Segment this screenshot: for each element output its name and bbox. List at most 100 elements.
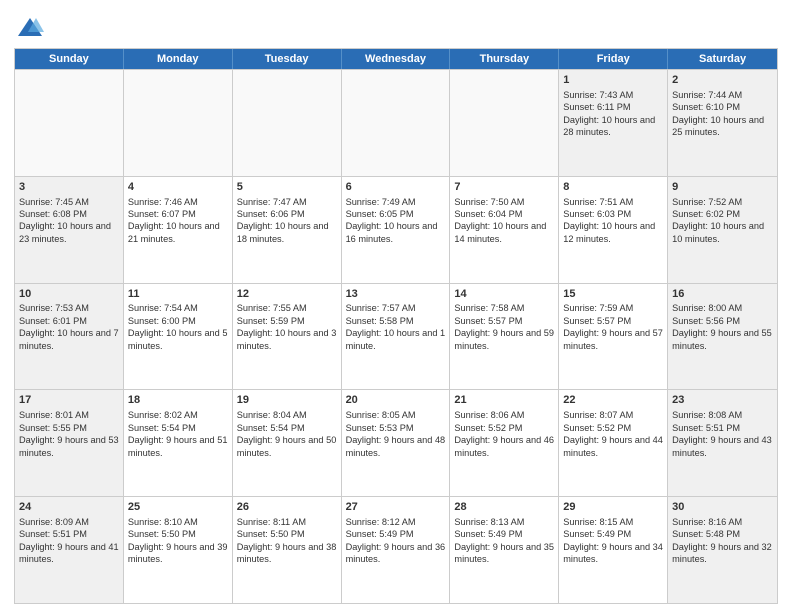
calendar-cell: 13Sunrise: 7:57 AMSunset: 5:58 PMDayligh… [342, 284, 451, 390]
day-info: Sunrise: 8:13 AMSunset: 5:49 PMDaylight:… [454, 517, 554, 564]
day-info: Sunrise: 7:53 AMSunset: 6:01 PMDaylight:… [19, 303, 119, 350]
day-info: Sunrise: 8:06 AMSunset: 5:52 PMDaylight:… [454, 410, 554, 457]
logo [14, 14, 44, 42]
calendar-cell: 23 Sunrise: 8:08 AMSunset: 5:51 PMDayligh… [668, 390, 777, 496]
day-header-saturday: Saturday [668, 49, 777, 69]
day-info: Sunrise: 7:57 AMSunset: 5:58 PMDaylight:… [346, 303, 446, 350]
calendar-cell [233, 70, 342, 176]
day-info: Sunrise: 7:49 AMSunset: 6:05 PMDaylight:… [346, 197, 438, 244]
calendar-cell: 2 Sunrise: 7:44 AMSunset: 6:10 PMDaylight… [668, 70, 777, 176]
calendar-cell: 12Sunrise: 7:55 AMSunset: 5:59 PMDayligh… [233, 284, 342, 390]
calendar-body: 1Sunrise: 7:43 AMSunset: 6:11 PMDaylight… [15, 69, 777, 603]
calendar-cell: 3 Sunrise: 7:45 AMSunset: 6:08 PMDaylight… [15, 177, 124, 283]
calendar-cell: 27 Sunrise: 8:12 AMSunset: 5:49 PMDayligh… [342, 497, 451, 603]
calendar-cell: 14Sunrise: 7:58 AMSunset: 5:57 PMDayligh… [450, 284, 559, 390]
day-header-sunday: Sunday [15, 49, 124, 69]
header [14, 10, 778, 42]
calendar-cell: 20Sunrise: 8:05 AMSunset: 5:53 PMDayligh… [342, 390, 451, 496]
day-number: 14 [454, 287, 554, 302]
day-number: 12 [237, 287, 337, 302]
calendar-cell: 15Sunrise: 7:59 AMSunset: 5:57 PMDayligh… [559, 284, 668, 390]
calendar-cell [342, 70, 451, 176]
day-number: 2 [672, 73, 773, 88]
calendar-row-1: 1Sunrise: 7:43 AMSunset: 6:11 PMDaylight… [15, 69, 777, 176]
calendar-cell: 26 Sunrise: 8:11 AMSunset: 5:50 PMDayligh… [233, 497, 342, 603]
day-number: 19 [237, 393, 337, 408]
calendar-cell: 1Sunrise: 7:43 AMSunset: 6:11 PMDaylight… [559, 70, 668, 176]
calendar-cell [124, 70, 233, 176]
day-number: 28 [454, 500, 554, 515]
day-number: 5 [237, 180, 337, 195]
day-info: Sunrise: 8:11 AMSunset: 5:50 PMDaylight:… [237, 517, 337, 564]
calendar-row-5: 24 Sunrise: 8:09 AMSunset: 5:51 PMDayligh… [15, 496, 777, 603]
day-header-friday: Friday [559, 49, 668, 69]
day-number: 6 [346, 180, 446, 195]
day-number: 24 [19, 500, 119, 515]
day-number: 10 [19, 287, 119, 302]
day-number: 15 [563, 287, 663, 302]
day-info: Sunrise: 7:51 AMSunset: 6:03 PMDaylight:… [563, 197, 655, 244]
day-number: 17 [19, 393, 119, 408]
day-info: Sunrise: 8:04 AMSunset: 5:54 PMDaylight:… [237, 410, 337, 457]
day-header-wednesday: Wednesday [342, 49, 451, 69]
calendar-cell: 10Sunrise: 7:53 AMSunset: 6:01 PMDayligh… [15, 284, 124, 390]
day-number: 26 [237, 500, 337, 515]
day-info: Sunrise: 7:52 AMSunset: 6:02 PMDaylight:… [672, 197, 764, 244]
calendar-cell: 24 Sunrise: 8:09 AMSunset: 5:51 PMDayligh… [15, 497, 124, 603]
calendar-cell: 8Sunrise: 7:51 AMSunset: 6:03 PMDaylight… [559, 177, 668, 283]
day-info: Sunrise: 7:59 AMSunset: 5:57 PMDaylight:… [563, 303, 663, 350]
day-number: 30 [672, 500, 773, 515]
day-number: 25 [128, 500, 228, 515]
day-info: Sunrise: 8:02 AMSunset: 5:54 PMDaylight:… [128, 410, 228, 457]
calendar: SundayMondayTuesdayWednesdayThursdayFrid… [14, 48, 778, 604]
calendar-cell: 7Sunrise: 7:50 AMSunset: 6:04 PMDaylight… [450, 177, 559, 283]
day-info: Sunrise: 7:44 AMSunset: 6:10 PMDaylight:… [672, 90, 764, 137]
day-info: Sunrise: 7:58 AMSunset: 5:57 PMDaylight:… [454, 303, 554, 350]
day-number: 29 [563, 500, 663, 515]
day-number: 13 [346, 287, 446, 302]
calendar-cell: 18 Sunrise: 8:02 AMSunset: 5:54 PMDayligh… [124, 390, 233, 496]
day-number: 7 [454, 180, 554, 195]
day-number: 3 [19, 180, 119, 195]
day-number: 18 [128, 393, 228, 408]
calendar-cell: 25Sunrise: 8:10 AMSunset: 5:50 PMDayligh… [124, 497, 233, 603]
calendar-cell [15, 70, 124, 176]
calendar-cell: 29Sunrise: 8:15 AMSunset: 5:49 PMDayligh… [559, 497, 668, 603]
calendar-cell: 19 Sunrise: 8:04 AMSunset: 5:54 PMDayligh… [233, 390, 342, 496]
calendar-header-row: SundayMondayTuesdayWednesdayThursdayFrid… [15, 49, 777, 69]
calendar-cell: 4Sunrise: 7:46 AMSunset: 6:07 PMDaylight… [124, 177, 233, 283]
day-number: 20 [346, 393, 446, 408]
calendar-cell: 30 Sunrise: 8:16 AMSunset: 5:48 PMDayligh… [668, 497, 777, 603]
calendar-cell: 21Sunrise: 8:06 AMSunset: 5:52 PMDayligh… [450, 390, 559, 496]
day-info: Sunrise: 8:09 AMSunset: 5:51 PMDaylight:… [19, 517, 119, 564]
day-number: 23 [672, 393, 773, 408]
calendar-cell [450, 70, 559, 176]
calendar-row-4: 17 Sunrise: 8:01 AMSunset: 5:55 PMDayligh… [15, 389, 777, 496]
day-info: Sunrise: 8:16 AMSunset: 5:48 PMDaylight:… [672, 517, 772, 564]
day-info: Sunrise: 7:54 AMSunset: 6:00 PMDaylight:… [128, 303, 228, 350]
calendar-cell: 11Sunrise: 7:54 AMSunset: 6:00 PMDayligh… [124, 284, 233, 390]
calendar-cell: 5 Sunrise: 7:47 AMSunset: 6:06 PMDaylight… [233, 177, 342, 283]
day-info: Sunrise: 8:07 AMSunset: 5:52 PMDaylight:… [563, 410, 663, 457]
day-info: Sunrise: 7:55 AMSunset: 5:59 PMDaylight:… [237, 303, 337, 350]
day-number: 27 [346, 500, 446, 515]
calendar-cell: 6 Sunrise: 7:49 AMSunset: 6:05 PMDaylight… [342, 177, 451, 283]
logo-icon [16, 14, 44, 42]
day-info: Sunrise: 7:47 AMSunset: 6:06 PMDaylight:… [237, 197, 329, 244]
day-info: Sunrise: 8:12 AMSunset: 5:49 PMDaylight:… [346, 517, 446, 564]
calendar-row-2: 3 Sunrise: 7:45 AMSunset: 6:08 PMDaylight… [15, 176, 777, 283]
calendar-cell: 16Sunrise: 8:00 AMSunset: 5:56 PMDayligh… [668, 284, 777, 390]
calendar-row-3: 10Sunrise: 7:53 AMSunset: 6:01 PMDayligh… [15, 283, 777, 390]
day-number: 9 [672, 180, 773, 195]
day-info: Sunrise: 8:01 AMSunset: 5:55 PMDaylight:… [19, 410, 119, 457]
page: SundayMondayTuesdayWednesdayThursdayFrid… [0, 0, 792, 612]
day-info: Sunrise: 7:45 AMSunset: 6:08 PMDaylight:… [19, 197, 111, 244]
day-header-monday: Monday [124, 49, 233, 69]
day-info: Sunrise: 7:43 AMSunset: 6:11 PMDaylight:… [563, 90, 655, 137]
calendar-cell: 22 Sunrise: 8:07 AMSunset: 5:52 PMDayligh… [559, 390, 668, 496]
day-number: 22 [563, 393, 663, 408]
day-info: Sunrise: 8:08 AMSunset: 5:51 PMDaylight:… [672, 410, 772, 457]
day-number: 4 [128, 180, 228, 195]
calendar-cell: 28 Sunrise: 8:13 AMSunset: 5:49 PMDayligh… [450, 497, 559, 603]
day-info: Sunrise: 8:00 AMSunset: 5:56 PMDaylight:… [672, 303, 772, 350]
